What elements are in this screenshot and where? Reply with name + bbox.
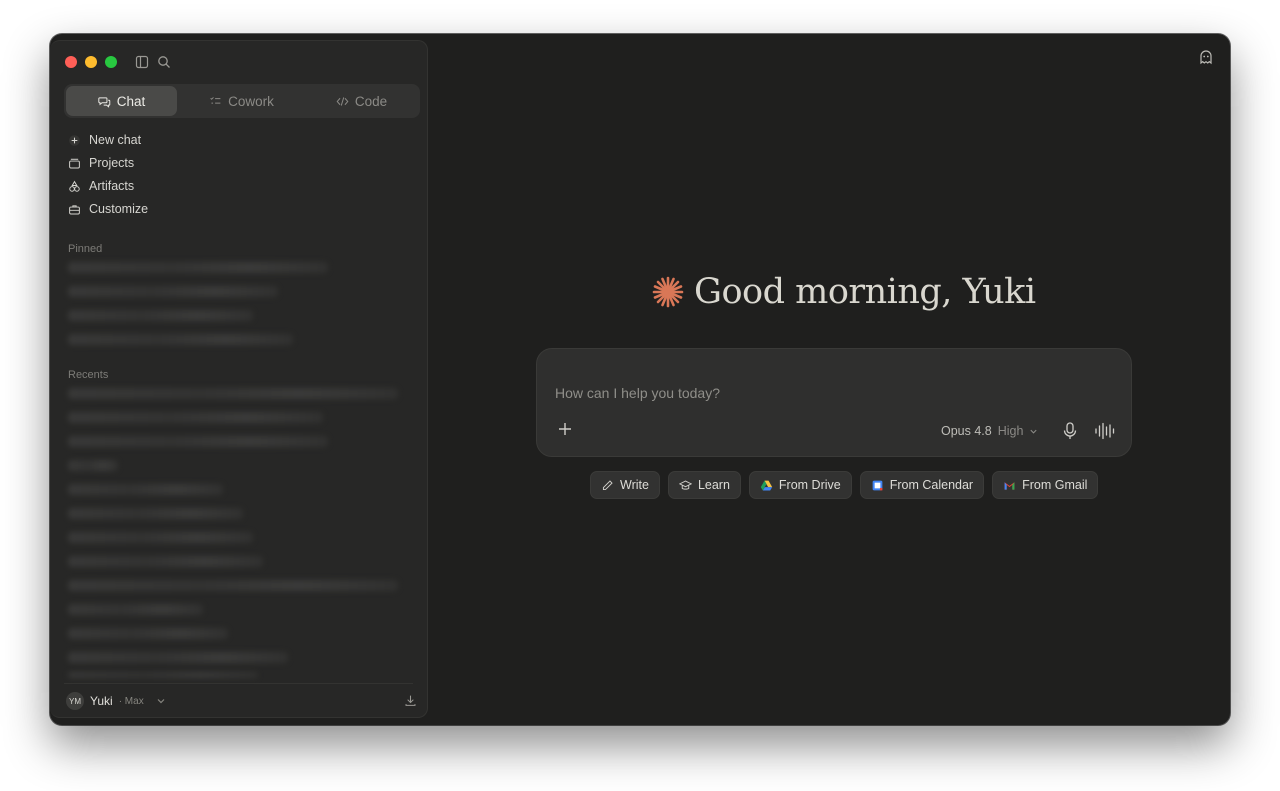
avatar: YM [66,692,84,710]
effort-level: High [997,424,1024,438]
tab-code[interactable]: Code [306,86,417,116]
recent-item[interactable] [68,672,258,678]
plus-icon [69,134,80,146]
suggestion-chips: Write Learn From Drive From Calendar Fro… [590,471,1099,499]
sidebar-divider [64,683,413,684]
tab-cowork[interactable]: Cowork [186,86,297,116]
sparkle-logo-icon [652,276,684,308]
recent-item[interactable] [68,484,223,495]
tab-chat[interactable]: Chat [66,86,177,116]
minimize-window-button[interactable] [85,56,97,68]
mode-switcher: Chat Cowork Code [64,84,420,118]
checklist-icon [210,96,221,104]
code-icon [336,96,349,106]
learn-chip-label: Learn [697,478,730,492]
sidebar-item-artifacts[interactable]: Artifacts [68,176,134,196]
pinned-item[interactable] [68,310,253,321]
from-drive-chip[interactable]: From Drive [748,471,852,499]
message-input[interactable] [555,382,1115,404]
search-icon[interactable] [156,54,172,70]
projects-label: Projects [89,156,135,170]
microphone-icon[interactable] [1061,421,1079,441]
google-calendar-icon [872,480,883,490]
sidebar: Chat Cowork Code New chat Projects Artif… [50,40,428,718]
chevron-down-icon [1030,429,1038,434]
customize-label: Customize [89,202,149,216]
write-chip[interactable]: Write [590,471,660,499]
greeting: Good morning, Yuki [652,272,1036,312]
ghost-icon[interactable] [1198,49,1214,65]
recent-item[interactable] [68,556,263,567]
recent-item[interactable] [68,508,243,519]
voice-mode-icon[interactable] [1094,421,1116,441]
pinned-item[interactable] [68,334,293,345]
chevron-down-icon [157,699,165,704]
recent-item[interactable] [68,604,203,615]
pinned-item[interactable] [68,286,278,297]
main-area: Good morning, Yuki Opus 4.8 High [428,34,1230,725]
recent-item[interactable] [68,460,118,471]
chat-bubbles-icon [98,96,111,108]
graduation-cap-icon [678,479,692,490]
add-attachment-button[interactable] [555,421,575,441]
tab-cowork-label: Cowork [228,93,274,109]
new-chat-label: New chat [89,133,142,147]
user-menu[interactable]: YM Yuki · Max [66,691,166,711]
composer: Opus 4.8 High [536,348,1132,457]
from-calendar-chip[interactable]: From Calendar [859,471,985,499]
model-selector[interactable]: Opus 4.8 High [941,422,1038,440]
sidebar-item-customize[interactable]: Customize [68,199,148,219]
folder-stack-icon [69,158,80,168]
recent-item[interactable] [68,412,323,423]
close-window-button[interactable] [65,56,77,68]
tab-code-label: Code [354,93,388,109]
from-calendar-chip-label: From Calendar [889,478,974,492]
recent-item[interactable] [68,532,253,543]
from-drive-chip-label: From Drive [778,478,841,492]
pinned-section-label: Pinned [68,243,103,255]
zoom-window-button[interactable] [105,56,117,68]
learn-chip[interactable]: Learn [667,471,741,499]
recent-item[interactable] [68,580,398,591]
from-gmail-chip-label: From Gmail [1022,478,1088,492]
sidebar-toggle-icon[interactable] [134,54,150,70]
artifacts-label: Artifacts [89,179,135,193]
user-plan: · Max [118,695,144,707]
sidebar-item-projects[interactable]: Projects [68,153,134,173]
from-gmail-chip[interactable]: From Gmail [992,471,1099,499]
plus-icon [559,423,571,435]
tab-chat-label: Chat [116,93,146,109]
recent-item[interactable] [68,388,398,399]
briefcase-icon [69,204,80,214]
model-name: Opus 4.8 [941,424,992,438]
greeting-text: Good morning, Yuki [694,272,1036,312]
new-chat-button[interactable]: New chat [68,130,141,150]
recent-item[interactable] [68,652,288,663]
recent-item[interactable] [68,628,228,639]
recents-section-label: Recents [68,369,109,381]
google-drive-icon [760,480,773,491]
shapes-icon [69,180,80,192]
gmail-icon [1004,481,1015,490]
pinned-item[interactable] [68,262,328,273]
user-name: Yuki [90,694,113,708]
download-icon[interactable] [404,694,417,707]
app-window: Chat Cowork Code New chat Projects Artif… [50,34,1230,725]
write-chip-label: Write [620,478,649,492]
pencil-icon [602,479,613,490]
recent-item[interactable] [68,436,328,447]
